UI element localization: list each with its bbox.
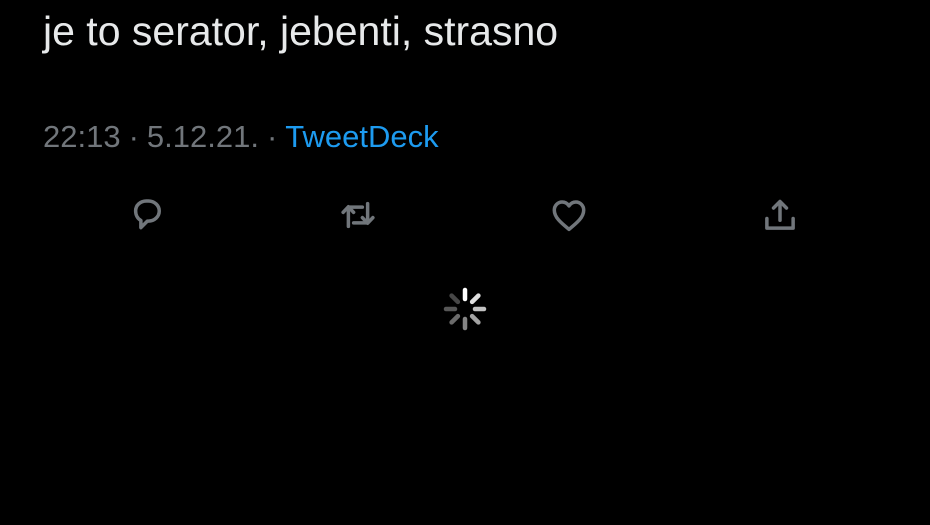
tweet-action-bar — [0, 190, 930, 240]
reply-button[interactable] — [122, 190, 172, 240]
reply-icon — [133, 199, 161, 230]
share-icon — [765, 199, 795, 230]
separator-dot: · — [266, 119, 278, 154]
tweet-metadata: 22:13 · 5.12.21. · TweetDeck — [43, 117, 439, 157]
tweet-date: 5.12.21. — [146, 119, 259, 154]
tweet-time: 22:13 — [43, 119, 121, 154]
tweet-text: je to serator, jebenti, strasno — [43, 8, 559, 54]
heart-icon — [552, 200, 586, 232]
loading-spinner-icon — [443, 287, 487, 331]
retweet-icon — [341, 201, 375, 229]
like-button[interactable] — [544, 190, 594, 240]
retweet-button[interactable] — [333, 190, 383, 240]
separator-dot: · — [128, 119, 139, 154]
tweet-source-link[interactable]: TweetDeck — [285, 119, 438, 154]
share-button[interactable] — [755, 190, 805, 240]
